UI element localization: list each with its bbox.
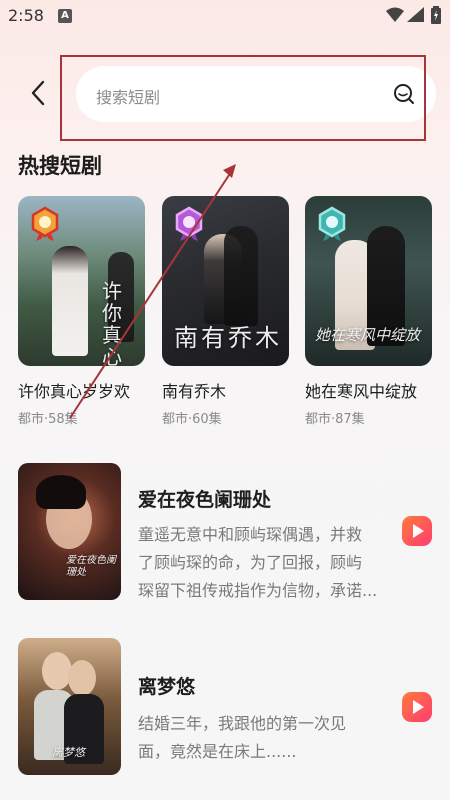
play-icon[interactable]: [402, 692, 432, 722]
section-title: 热搜短剧: [18, 154, 102, 178]
status-time: 2:58: [8, 6, 44, 25]
drama-cover[interactable]: 爱在夜色阑珊处: [18, 463, 121, 600]
search-placeholder: 搜索短剧: [96, 88, 161, 107]
cover-title-text: 爱在夜色阑珊处: [66, 555, 116, 578]
drama-description: 结婚三年，我跟他的第一次见 面，竟然是在床上......: [138, 714, 347, 761]
drama-meta: 都市·87集: [305, 412, 365, 427]
battery-icon: [431, 6, 441, 24]
cover-title-text: 离梦悠: [52, 746, 85, 759]
drama-cover[interactable]: 离梦悠: [18, 638, 121, 775]
drama-title: 她在寒风中绽放: [305, 382, 418, 401]
purple-medal-icon: [175, 206, 203, 241]
notification-a-icon: A: [58, 9, 72, 23]
cover-title-text: 她在寒风中绽放: [315, 326, 421, 344]
status-bar: 2:58 A: [0, 0, 450, 32]
hot-drama-card[interactable]: 她在寒风中绽放 她在寒风中绽放 都市·87集: [305, 196, 432, 427]
drama-meta: 都市·58集: [18, 412, 78, 427]
drama-meta: 都市·60集: [162, 412, 222, 427]
drama-title: 南有乔木: [162, 382, 227, 401]
play-icon[interactable]: [402, 516, 432, 546]
teal-medal-icon: [318, 206, 346, 241]
gold-medal-icon: [31, 206, 59, 241]
drama-title: 许你真心岁岁欢: [18, 382, 131, 401]
search-icon[interactable]: [392, 82, 416, 106]
list-item[interactable]: 爱在夜色阑珊处 爱在夜色阑珊处 童遥无意中和顾屿琛偶遇，并救 了顾屿琛的命，为了…: [18, 463, 432, 600]
drama-title: 离梦悠: [138, 676, 196, 698]
drama-cover[interactable]: 她在寒风中绽放: [305, 196, 432, 366]
drama-description: 童遥无意中和顾屿琛偶遇，并救 了顾屿琛的命，为了回报，顾屿 琛留下祖传戒指作为信…: [138, 525, 378, 600]
wifi-icon: [386, 7, 404, 22]
cover-title-text: 南有乔木: [174, 324, 282, 352]
list-item[interactable]: 离梦悠 离梦悠 结婚三年，我跟他的第一次见 面，竟然是在床上......: [18, 638, 432, 775]
hot-drama-card[interactable]: 南有乔木 南有乔木 都市·60集: [162, 196, 289, 427]
signal-icon: [407, 7, 424, 22]
hot-drama-card[interactable]: 许你真心岁岁欢 许你真心岁岁欢 都市·58集: [18, 196, 145, 427]
back-button[interactable]: [24, 78, 54, 108]
search-input[interactable]: 搜索短剧: [76, 66, 436, 122]
drama-cover[interactable]: 南有乔木: [162, 196, 289, 366]
cover-title-text: 许你真心岁岁欢: [102, 279, 122, 366]
drama-title: 爱在夜色阑珊处: [138, 489, 272, 511]
drama-cover[interactable]: 许你真心岁岁欢: [18, 196, 145, 366]
